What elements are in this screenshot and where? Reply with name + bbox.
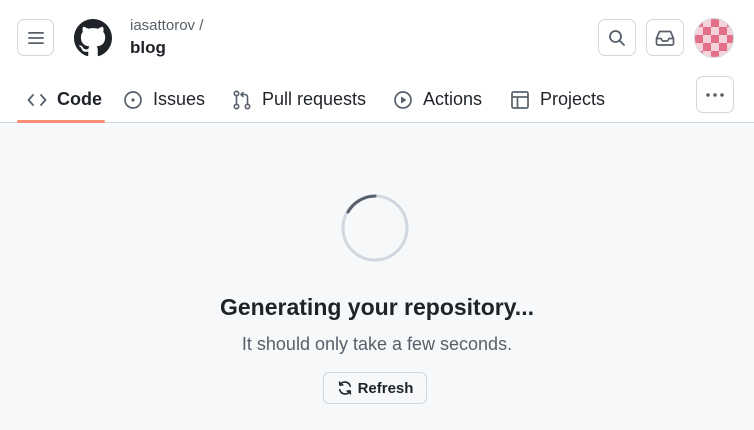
refresh-button-label: Refresh [357,379,414,397]
tab-code[interactable]: Code [27,76,102,123]
code-icon [27,90,47,110]
search-icon [609,29,625,46]
inbox-icon [655,30,675,46]
repo-nav-tabs: Code Issues Pull requests Actions Projec… [0,76,690,123]
issue-opened-icon [123,90,143,110]
play-icon [393,90,413,110]
generating-subtitle: It should only take a few seconds. [241,334,513,354]
tab-pull-requests[interactable]: Pull requests [232,76,366,123]
tab-pull-requests-label: Pull requests [262,89,367,109]
hamburger-menu-button[interactable] [17,19,54,56]
generating-title: Generating your repository... [220,294,534,320]
github-logo-icon[interactable] [74,19,112,57]
loading-spinner-icon [341,194,409,262]
inbox-button[interactable] [646,19,684,56]
tab-actions-label: Actions [423,89,483,109]
tab-issues[interactable]: Issues [123,76,205,123]
tab-code-label: Code [57,89,102,109]
user-avatar[interactable] [694,18,734,58]
tab-projects[interactable]: Projects [510,76,605,123]
table-icon [510,90,530,110]
selected-tab-underline [17,120,105,123]
tab-projects-label: Projects [540,89,606,109]
refresh-button[interactable]: Refresh [323,372,427,404]
three-bars-icon [27,31,44,44]
git-pull-request-icon [232,89,252,110]
repo-owner-link[interactable]: iasattorov / [130,17,203,34]
tab-issues-label: Issues [153,89,206,109]
kebab-horizontal-icon [706,92,724,97]
tab-actions[interactable]: Actions [393,76,482,123]
repo-name-link[interactable]: blog [130,38,166,58]
identicon-avatar-icon [695,19,733,57]
sync-icon [338,381,351,395]
more-tabs-button[interactable] [696,76,734,113]
search-button[interactable] [598,19,636,56]
app-header: iasattorov / blog Code Issues Pull reque… [0,0,754,123]
